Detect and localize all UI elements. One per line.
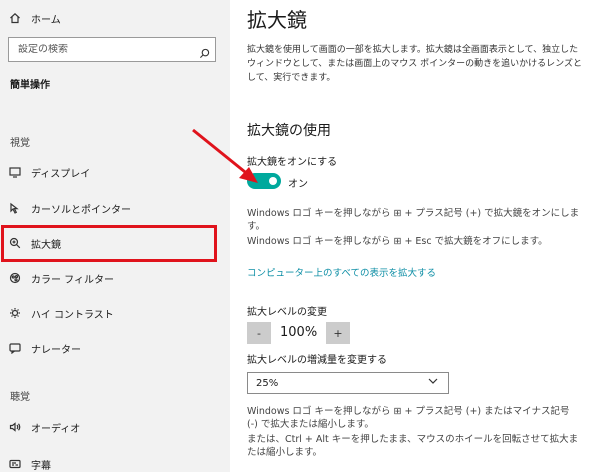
sidebar-item-high-contrast[interactable]: ハイ コントラスト (0, 301, 230, 325)
zoom-out-button[interactable]: - (247, 322, 271, 344)
highlight-box (1, 225, 217, 262)
sidebar-item-label: ディスプレイ (31, 168, 91, 180)
main-panel: 拡大鏡 拡大鏡を使用して画面の一部を拡大します。拡大鏡は全画面表示として、独立し… (230, 0, 593, 472)
zoom-in-button[interactable]: + (326, 322, 350, 344)
sidebar: ホーム 簡単操作 視覚 ディスプレイ カーソルとポインター 拡大鏡 カラー フィ… (0, 0, 230, 472)
sidebar-item-display[interactable]: ディスプレイ (0, 160, 230, 184)
category-vision: 視覚 (10, 138, 30, 149)
increment-value: 25% (256, 377, 279, 389)
narrator-icon (8, 341, 22, 355)
magnify-all-link[interactable]: コンピューター上のすべての表示を拡大する (247, 265, 436, 279)
sidebar-item-captions[interactable]: 字幕 (0, 452, 230, 472)
page-title: 拡大鏡 (247, 8, 307, 32)
increment-label: 拡大レベルの増減量を変更する (247, 355, 387, 366)
home-nav-item[interactable]: ホーム (0, 6, 230, 30)
section-title: 簡単操作 (10, 80, 50, 91)
sidebar-item-cursor[interactable]: カーソルとポインター (0, 196, 230, 220)
sidebar-item-color-filter[interactable]: カラー フィルター (0, 266, 230, 290)
zoom-level: 100% (280, 325, 318, 340)
search-input[interactable] (18, 44, 194, 55)
toggle-knob (269, 177, 277, 185)
home-label: ホーム (31, 14, 61, 26)
toggle-state: オン (288, 179, 308, 190)
search-icon[interactable] (199, 44, 211, 58)
category-hearing: 聴覚 (10, 392, 30, 403)
high-contrast-icon (8, 306, 22, 320)
increment-select[interactable]: 25% (247, 372, 449, 394)
audio-icon (8, 420, 22, 434)
sidebar-item-label: カラー フィルター (31, 274, 114, 286)
page-description: 拡大鏡を使用して画面の一部を拡大します。拡大鏡は全画面表示として、独立したウィン… (247, 45, 582, 83)
display-icon (8, 165, 22, 179)
cursor-icon (8, 201, 22, 215)
zoom-shortcut-note: Windows ロゴ キーを押しながら ⊞ + プラス記号 (+) またはマイナ… (247, 406, 570, 430)
wheel-note: または、Ctrl + Alt キーを押したまま、マウスのホイールを回転させて拡大… (247, 434, 579, 458)
use-heading: 拡大鏡の使用 (247, 123, 331, 139)
magnifier-toggle[interactable] (247, 173, 281, 189)
toggle-label: 拡大鏡をオンにする (247, 157, 338, 168)
sidebar-item-label: ハイ コントラスト (31, 309, 114, 321)
captions-icon (8, 457, 22, 471)
sidebar-item-label: ナレーター (31, 344, 81, 356)
shortcut-note-off: Windows ロゴ キーを押しながら ⊞ + Esc で拡大鏡をオフにします。 (247, 236, 548, 247)
search-box[interactable] (8, 37, 216, 62)
chevron-down-icon (428, 376, 442, 390)
sidebar-item-label: カーソルとポインター (31, 204, 131, 216)
shortcut-note-on: Windows ロゴ キーを押しながら ⊞ + プラス記号 (+) で拡大鏡をオ… (247, 208, 580, 232)
sidebar-item-audio[interactable]: オーディオ (0, 415, 230, 439)
sidebar-item-narrator[interactable]: ナレーター (0, 336, 230, 360)
sidebar-item-label: 字幕 (31, 460, 51, 472)
sidebar-item-label: オーディオ (31, 423, 81, 435)
zoom-label: 拡大レベルの変更 (247, 307, 327, 318)
color-filter-icon (8, 271, 22, 285)
home-icon (8, 11, 22, 25)
